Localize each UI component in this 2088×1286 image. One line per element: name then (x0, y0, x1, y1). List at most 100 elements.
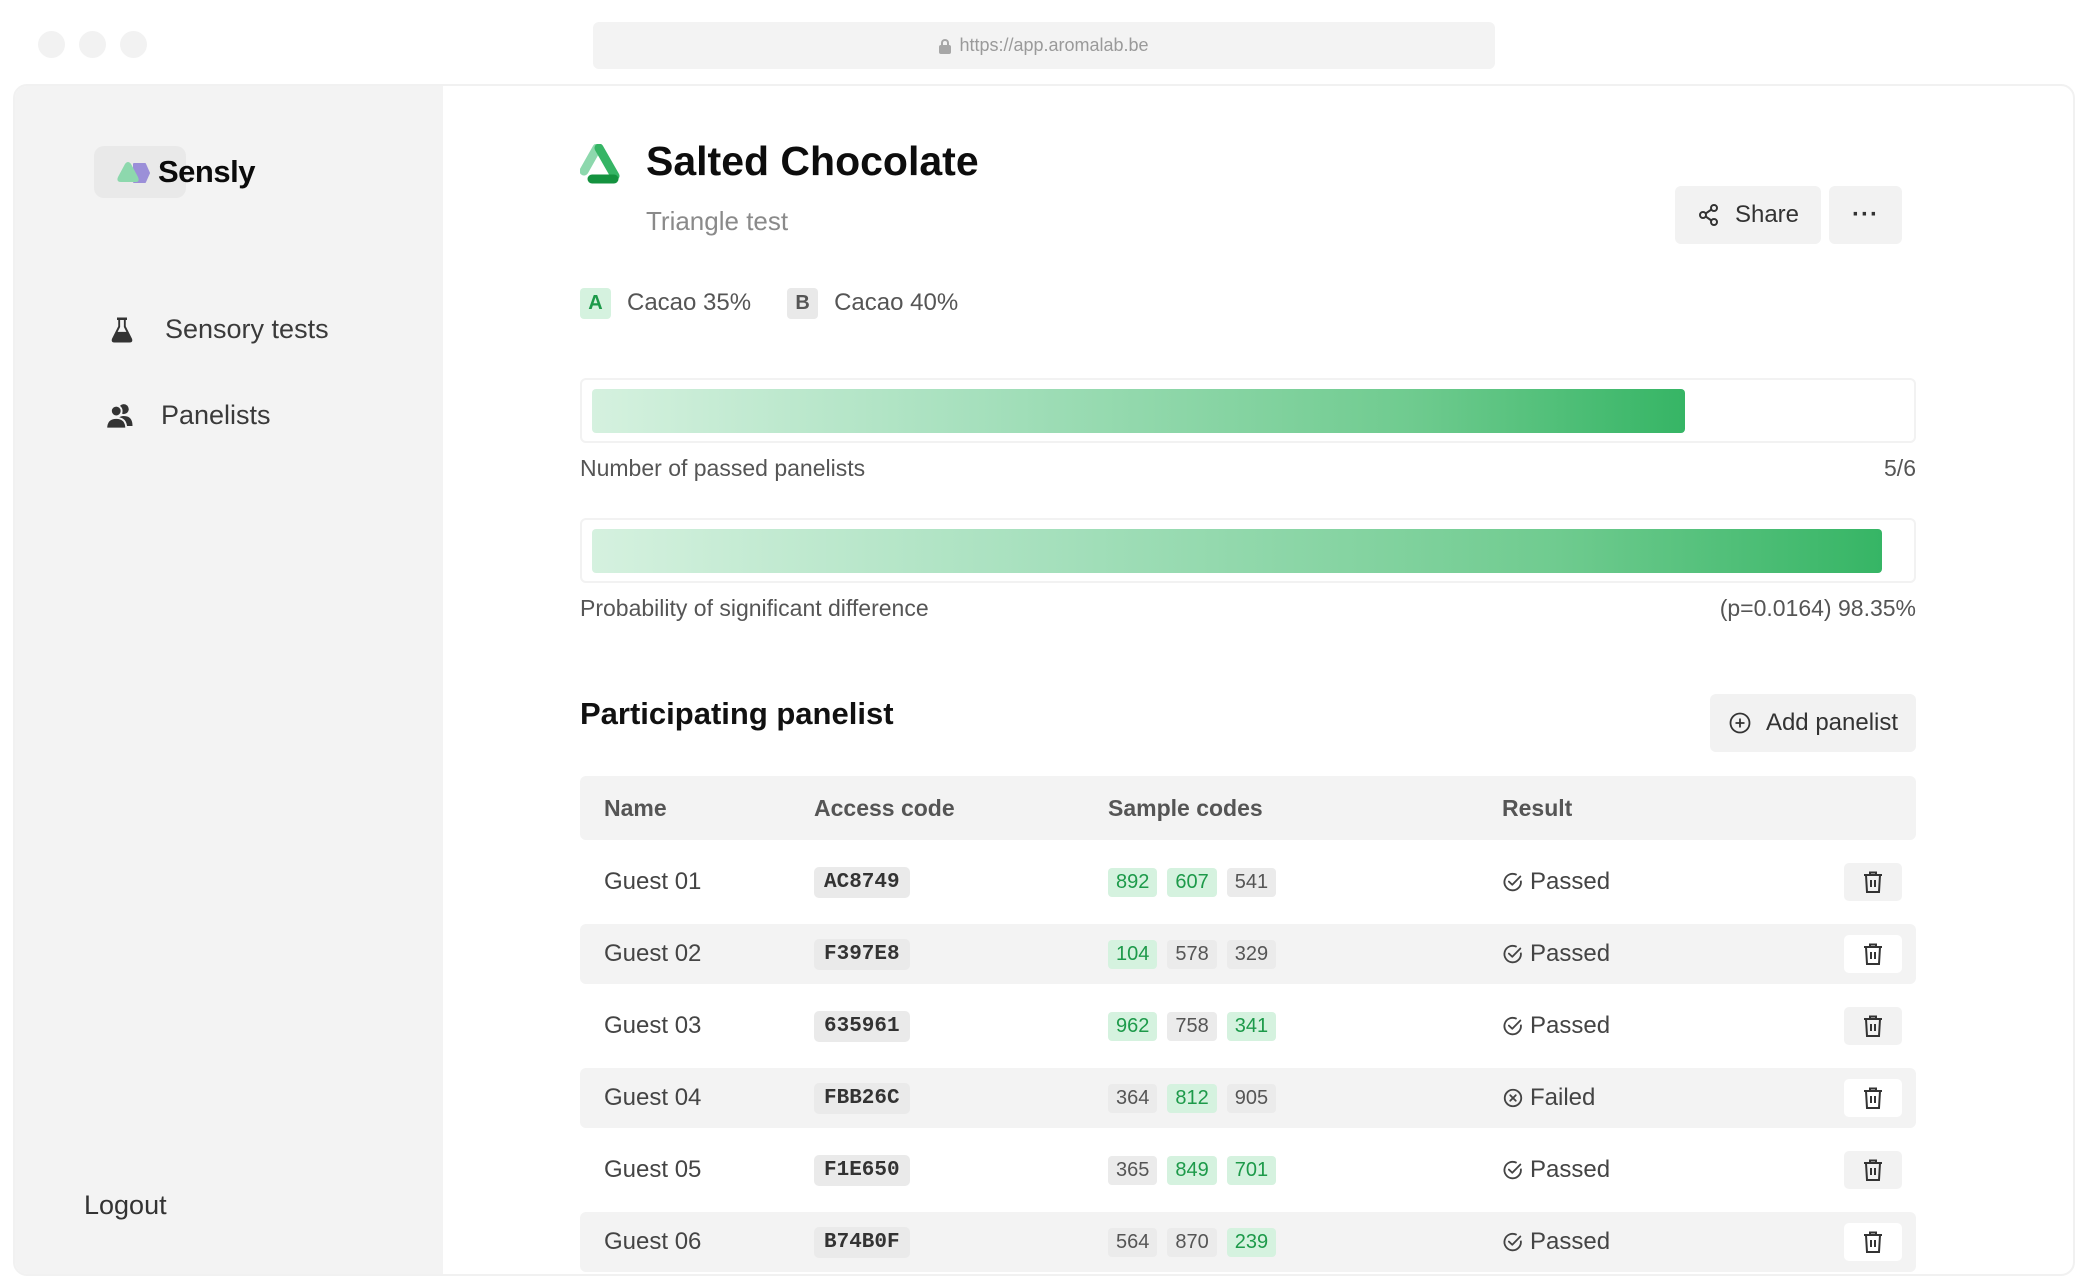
access-code[interactable]: F397E8 (814, 939, 910, 970)
access-code[interactable]: 635961 (814, 1011, 910, 1042)
stat-label: Number of passed panelists (580, 455, 866, 481)
sensly-logo-icon (117, 162, 150, 183)
panelists-table: Name Access code Sample codes Result Gue… (580, 776, 1916, 1272)
sample-codes: 364 812 905 (1108, 1083, 1502, 1113)
window-close-dot[interactable] (38, 31, 65, 58)
add-panelist-button[interactable]: Add panelist (1710, 694, 1916, 752)
actions-cell (1844, 935, 1916, 973)
access-code[interactable]: AC8749 (814, 867, 910, 898)
column-header-result[interactable]: Result (1502, 795, 1844, 822)
panelist-name: Guest 02 (604, 940, 702, 967)
more-icon: ··· (1852, 201, 1879, 228)
result: Passed (1502, 1156, 1844, 1184)
sidebar-item-label: Sensory tests (165, 314, 329, 344)
trash-icon (1864, 871, 1882, 893)
sample-code-chip: 812 (1167, 1083, 1217, 1113)
window-controls (38, 31, 147, 58)
sample-code-chip: 365 (1108, 1155, 1158, 1185)
access-code-cell: FBB26C (814, 1082, 1108, 1114)
table-header: Name Access code Sample codes Result (580, 776, 1916, 840)
access-code[interactable]: B74B0F (814, 1227, 910, 1258)
sidebar-item-panelists[interactable]: Panelists (105, 400, 271, 431)
delete-panelist-button[interactable] (1844, 1151, 1902, 1189)
passed-panelists-stat: Number of passed panelists 5/6 (580, 378, 1916, 485)
sample-codes: 365 849 701 (1108, 1155, 1502, 1185)
check-circle-icon (1503, 1232, 1522, 1252)
sample-code-chip: 341 (1226, 1011, 1277, 1041)
sample-code-chip: 758 (1167, 1011, 1217, 1041)
lock-icon (939, 38, 952, 54)
sidebar-item-sensory-tests[interactable]: Sensory tests (107, 314, 329, 345)
test-type: Triangle test (646, 206, 789, 236)
sample-label: Cacao 40% (834, 289, 959, 316)
passed-progress-bar (580, 378, 1916, 443)
check-circle-icon (1503, 1016, 1522, 1036)
main-content: Salted Chocolate Share ··· Triangle test… (443, 86, 2073, 1274)
sample-legend: A Cacao 35% B Cacao 40% (580, 286, 1916, 320)
page-title: Salted Chocolate (646, 138, 979, 184)
url-text: https://app.aromalab.be (959, 35, 1149, 55)
progress-fill (592, 389, 1686, 433)
sample-code-chip: 701 (1226, 1155, 1277, 1185)
access-code-cell: 635961 (814, 1010, 1108, 1042)
table-row[interactable]: Guest 03 635961 962 758 341 Passed (580, 996, 1916, 1056)
actions-cell (1844, 863, 1916, 901)
table-row[interactable]: Guest 04 FBB26C 364 812 905 Failed (580, 1068, 1916, 1128)
delete-panelist-button[interactable] (1844, 1007, 1902, 1045)
address-bar[interactable]: https://app.aromalab.be (593, 22, 1495, 69)
sidebar: Sensly Sensory tests Panelists Logout (15, 86, 443, 1274)
sample-label: Cacao 35% (627, 289, 752, 316)
trash-icon (1864, 1015, 1882, 1037)
window-maximize-dot[interactable] (120, 31, 147, 58)
plus-circle-icon (1729, 712, 1751, 734)
result-label: Passed (1530, 1228, 1611, 1255)
sample-code-chip: 541 (1226, 867, 1277, 897)
panelist-name: Guest 05 (604, 1156, 702, 1183)
result-label: Passed (1530, 868, 1611, 895)
triangle-test-icon (580, 144, 620, 184)
trash-icon (1864, 1159, 1882, 1181)
sample-code-chip: 239 (1226, 1227, 1277, 1257)
table-row[interactable]: Guest 02 F397E8 104 578 329 Passed (580, 924, 1916, 984)
access-code-cell: B74B0F (814, 1226, 1108, 1258)
trash-icon (1864, 943, 1882, 965)
delete-panelist-button[interactable] (1844, 1223, 1902, 1261)
column-header-access-code[interactable]: Access code (814, 795, 1108, 822)
window-minimize-dot[interactable] (79, 31, 106, 58)
delete-panelist-button[interactable] (1844, 935, 1902, 973)
table-row[interactable]: Guest 01 AC8749 892 607 541 Passed (580, 852, 1916, 912)
actions-cell (1844, 1079, 1916, 1117)
sample-code-chip: 104 (1108, 939, 1158, 969)
sample-badge-a: A (580, 287, 611, 319)
brand-name: Sensly (158, 154, 255, 189)
flask-icon (111, 317, 133, 342)
delete-panelist-button[interactable] (1844, 863, 1902, 901)
probability-stat: Probability of significant difference (p… (580, 518, 1916, 625)
column-header-sample-codes[interactable]: Sample codes (1108, 795, 1502, 822)
share-button[interactable]: Share (1675, 186, 1821, 244)
panelist-name: Guest 06 (604, 1228, 702, 1255)
check-circle-icon (1503, 872, 1522, 892)
stat-value: 5/6 (1884, 455, 1916, 481)
stat-label: Probability of significant difference (580, 595, 929, 621)
table-row[interactable]: Guest 05 F1E650 365 849 701 Passed (580, 1140, 1916, 1200)
result: Passed (1502, 1228, 1844, 1256)
progress-track (592, 389, 1904, 433)
result-label: Passed (1530, 1012, 1611, 1039)
sample-code-chip: 607 (1167, 867, 1217, 897)
sample-badge-b: B (787, 287, 819, 319)
trash-icon (1864, 1087, 1882, 1109)
access-code-cell: F1E650 (814, 1154, 1108, 1186)
share-icon (1698, 204, 1718, 226)
panelist-name: Guest 03 (604, 1012, 702, 1039)
delete-panelist-button[interactable] (1844, 1079, 1902, 1117)
access-code[interactable]: F1E650 (814, 1155, 910, 1186)
result: Passed (1502, 868, 1844, 896)
column-header-name[interactable]: Name (580, 795, 814, 822)
actions-cell (1844, 1151, 1916, 1189)
sample-code-chip: 962 (1108, 1011, 1158, 1041)
table-row[interactable]: Guest 06 B74B0F 564 870 239 Passed (580, 1212, 1916, 1272)
access-code[interactable]: FBB26C (814, 1083, 910, 1114)
more-options-button[interactable]: ··· (1829, 186, 1902, 244)
logout-link[interactable]: Logout (84, 1190, 167, 1221)
